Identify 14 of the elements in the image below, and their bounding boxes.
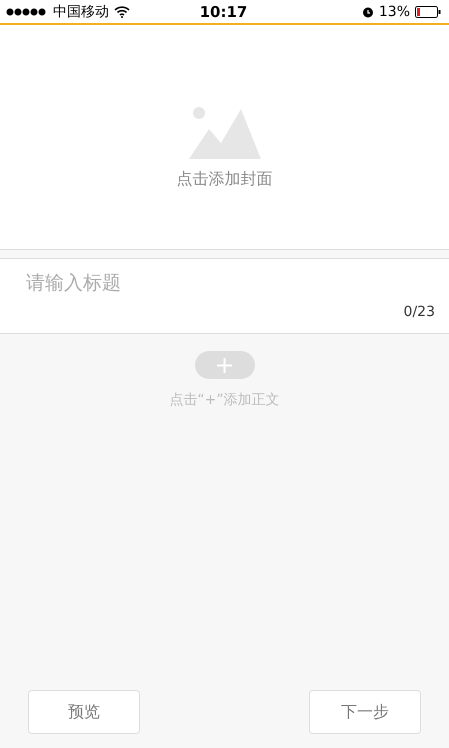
carrier-name: 中国移动 [53,2,109,20]
image-icon [188,104,260,158]
next-button[interactable]: 下一步 [309,690,421,734]
signal-icon [6,8,48,16]
alarm-icon [362,6,374,18]
add-content-hint: 点击“+”添加正文 [169,391,280,409]
battery-icon [415,6,441,18]
wifi-icon [114,6,130,18]
character-counter: 0/23 [404,304,435,320]
preview-button[interactable]: 预览 [28,690,140,734]
cover-label: 点击添加封面 [176,168,272,190]
cover-upload-area[interactable]: 点击添加封面 [0,25,449,250]
status-time: 10:17 [200,2,248,20]
battery-percent: 13% [378,4,410,20]
